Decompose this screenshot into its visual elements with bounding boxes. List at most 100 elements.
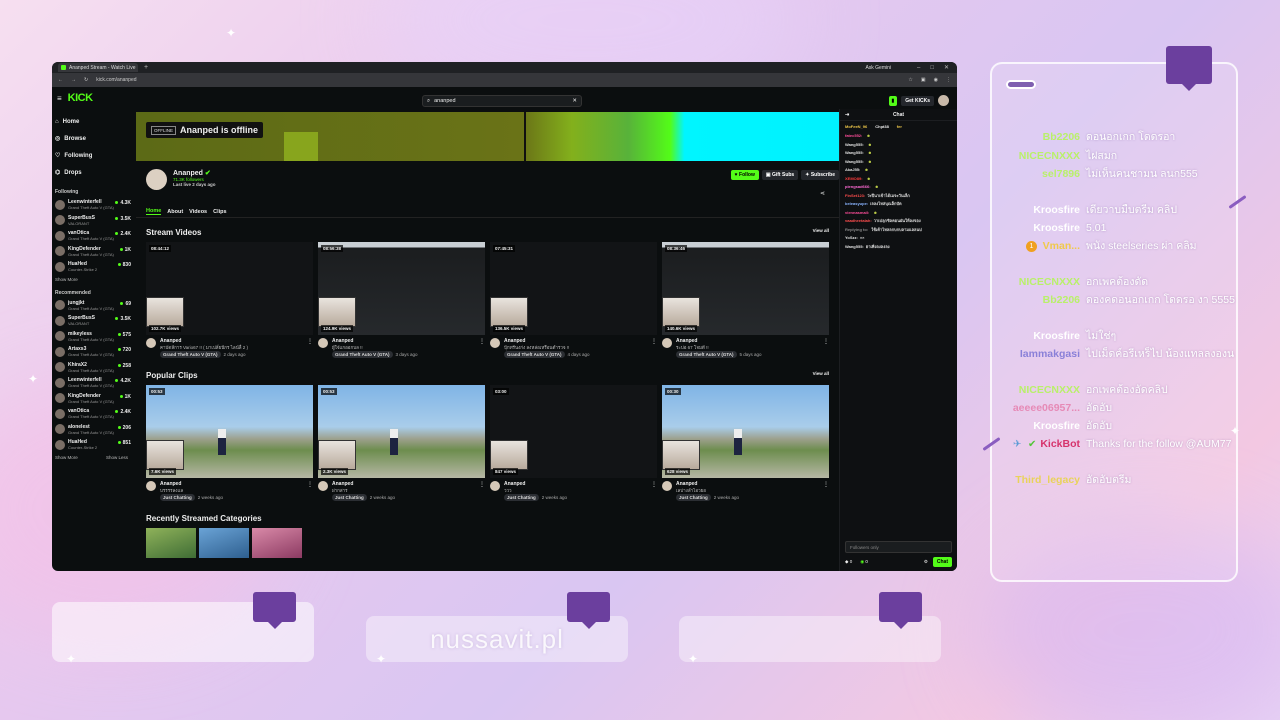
clip-thumbnail[interactable]: 03:00 847 views — [490, 385, 657, 478]
chat-settings-icon[interactable]: ⚙ — [924, 559, 928, 565]
card-title[interactable]: ปุ้กทรีนงก่ง ลงหล่อเหรือนตำรวจ !! — [504, 344, 644, 351]
chat-send-button[interactable]: Chat — [932, 557, 952, 567]
chat-username[interactable]: beleasyupe: — [845, 201, 868, 206]
show-more-button[interactable]: Show More — [55, 277, 78, 282]
channel-item[interactable]: KingDefender Grand Theft Auto V (GTA) 1K — [55, 391, 136, 407]
more-options-icon[interactable]: ⋮ — [307, 481, 313, 500]
channel-name[interactable]: Ananped — [173, 170, 203, 177]
user-avatar[interactable] — [938, 95, 949, 106]
clip-card[interactable]: 03:00 847 views Ananped ววว Just Chatting 2 w… — [490, 385, 657, 501]
card-title[interactable]: ผู้ใจ๋แกออกบล !! — [332, 344, 472, 351]
video-thumbnail[interactable]: 08:44:12 102.7K views — [146, 242, 313, 335]
more-options-icon[interactable]: ⋮ — [307, 338, 313, 357]
extensions-icon[interactable]: ▣ — [921, 77, 926, 83]
category-chip[interactable]: Just Chatting — [504, 494, 539, 501]
show-less-button[interactable]: Show Less — [106, 455, 128, 460]
channel-item[interactable]: alonelest Grand Theft Auto V (GTA) 206 — [55, 422, 136, 438]
channel-item[interactable]: HuaHed Counter-Strike 2 830 — [55, 259, 136, 275]
nav-browse[interactable]: ◎ Browse — [55, 130, 136, 147]
subscribe-button[interactable]: ✦ Subscribe — [801, 170, 839, 180]
view-all-clips[interactable]: View all — [813, 371, 829, 380]
card-title[interactable]: บรรรรลงแล — [160, 487, 300, 494]
card-title[interactable]: ววว — [504, 487, 644, 494]
tab-about[interactable]: About — [167, 209, 183, 215]
card-title[interactable]: เลปางลำไอวยอ — [676, 487, 816, 494]
nav-home[interactable]: ⌂ Home — [55, 113, 136, 130]
chat-input[interactable]: Followers only — [845, 541, 952, 553]
browser-tab[interactable]: Ananped Stream - Watch Live — [58, 63, 138, 72]
share-icon[interactable]: ⋖ — [820, 190, 825, 197]
channel-item[interactable]: Leenwinterfell Grand Theft Auto V (GTA) 4.… — [55, 375, 136, 391]
video-card[interactable]: 08:44:12 102.7K views Ananped คาบัดลีการ Va… — [146, 242, 313, 358]
channel-avatar[interactable] — [146, 169, 167, 190]
category-chip[interactable]: Grand Theft Auto V (GTA) — [676, 351, 737, 358]
chat-username[interactable]: viennasmail: — [845, 210, 869, 215]
chat-username[interactable]: piengsad666: — [845, 184, 871, 189]
more-options-icon[interactable]: ⋮ — [651, 338, 657, 357]
chat-username[interactable]: XEMO89: — [845, 176, 863, 181]
channel-item[interactable]: KingDefender Grand Theft Auto V (GTA) 1K — [55, 244, 136, 260]
kicks-icon[interactable]: ▮ — [888, 95, 898, 106]
channel-item[interactable]: mikeyless Grand Theft Auto V (GTA) 575 — [55, 329, 136, 345]
chat-username[interactable]: vaadheetalah: — [845, 218, 872, 223]
reload-icon[interactable]: ↻ — [84, 77, 88, 83]
video-thumbnail[interactable]: 07:45:31 136.5K views — [490, 242, 657, 335]
nav-drops[interactable]: ⌬ Drops — [55, 164, 136, 181]
video-thumbnail[interactable]: 08:36:46 140.6K views — [662, 242, 829, 335]
category-thumb[interactable] — [199, 528, 249, 558]
chat-username[interactable]: AkaJ55: — [845, 167, 860, 172]
creator-avatar[interactable] — [146, 481, 156, 491]
back-icon[interactable]: ← — [58, 77, 63, 83]
show-more-button[interactable]: Show More — [55, 455, 78, 460]
close-window-button[interactable]: ✕ — [944, 64, 949, 71]
minimize-button[interactable]: – — [917, 65, 920, 71]
card-title[interactable]: ฝากสาร — [332, 487, 472, 494]
hamburger-menu-icon[interactable]: ≡ — [57, 94, 62, 103]
follow-button[interactable]: ♥ Follow — [730, 170, 759, 180]
search-input[interactable]: ⌕ ananped ✕ — [422, 95, 582, 107]
more-options-icon[interactable]: ⋮ — [479, 481, 485, 500]
creator-avatar[interactable] — [490, 481, 500, 491]
url-field[interactable]: kick.com/ananped — [96, 77, 136, 83]
card-title[interactable]: ระบ่อ 67 โจมตี !! — [676, 344, 816, 351]
chat-username[interactable]: YoSzz: — [845, 235, 858, 240]
tab-clips[interactable]: Clips — [213, 209, 226, 215]
channel-item[interactable]: KhiraX2 Grand Theft Auto V (GTA) 258 — [55, 360, 136, 376]
chat-username[interactable]: Wang555: — [845, 244, 864, 249]
creator-avatar[interactable] — [490, 338, 500, 348]
channel-item[interactable]: SuperBusS VALORANT 3.5K — [55, 313, 136, 329]
channel-item[interactable]: SuperBusS VALORANT 3.5K — [55, 213, 136, 229]
chat-username[interactable]: Wang555: — [845, 150, 864, 155]
category-chip[interactable]: Just Chatting — [676, 494, 711, 501]
bookmark-star-icon[interactable]: ☆ — [908, 77, 912, 83]
category-chip[interactable]: Just Chatting — [332, 494, 367, 501]
channel-item[interactable]: vanOtica Grand Theft Auto V (GTA) 2.4K — [55, 406, 136, 422]
nav-following[interactable]: ♡ Following — [55, 147, 136, 164]
creator-avatar[interactable] — [318, 338, 328, 348]
chat-username[interactable]: fatec552: — [845, 133, 862, 138]
more-options-icon[interactable]: ⋮ — [823, 338, 829, 357]
chat-username[interactable]: Wang555: — [845, 159, 864, 164]
category-chip[interactable]: Grand Theft Auto V (GTA) — [504, 351, 565, 358]
category-chip[interactable]: Grand Theft Auto V (GTA) — [160, 351, 221, 358]
tab-home[interactable]: Home — [146, 208, 162, 215]
clip-thumbnail[interactable]: 00:53 2.3K views — [318, 385, 485, 478]
clip-card[interactable]: 00:53 7.6K views Ananped บรรรรลงแล Just Chat… — [146, 385, 313, 501]
category-thumb[interactable] — [146, 528, 196, 558]
profile-icon[interactable]: ◉ — [934, 77, 938, 83]
tab-videos[interactable]: Videos — [189, 209, 207, 215]
view-all-videos[interactable]: View all — [813, 228, 829, 237]
creator-avatar[interactable] — [662, 481, 672, 491]
video-card[interactable]: 08:36:46 140.6K views Ananped ระบ่อ 67 โจมต… — [662, 242, 829, 358]
new-tab-button[interactable]: + — [144, 64, 148, 71]
channel-item[interactable]: vanOtica Grand Theft Auto V (GTA) 2.4K — [55, 228, 136, 244]
chat-username[interactable]: Replying to: — [845, 227, 869, 232]
chat-username[interactable]: Wang555: — [845, 142, 864, 147]
forward-icon[interactable]: → — [71, 77, 76, 83]
browser-menu-icon[interactable]: ⋮ — [946, 77, 951, 83]
category-chip[interactable]: Just Chatting — [160, 494, 195, 501]
get-kicks-button[interactable]: Get KICKs — [901, 95, 934, 106]
more-options-icon[interactable]: ⋮ — [651, 481, 657, 500]
category-chip[interactable]: Grand Theft Auto V (GTA) — [332, 351, 393, 358]
collapse-chat-icon[interactable]: ⇥ — [845, 112, 849, 118]
